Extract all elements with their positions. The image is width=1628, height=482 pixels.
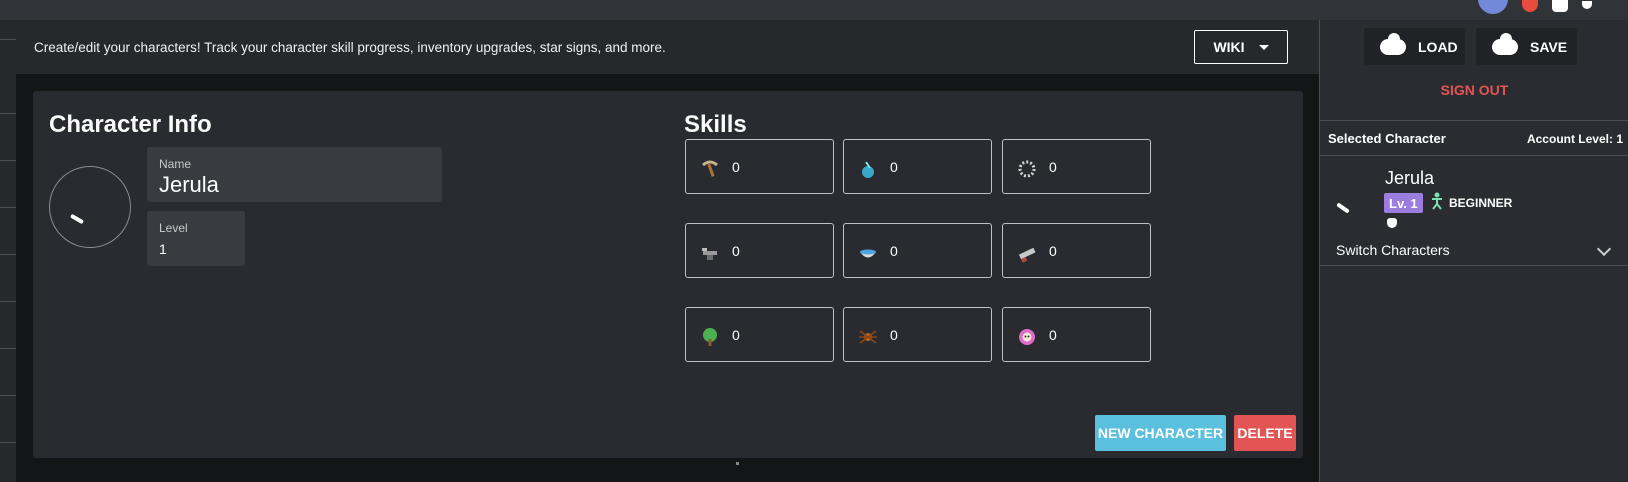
- skill-mining[interactable]: 0: [685, 139, 834, 194]
- avatar-glyph-icon: [69, 213, 85, 225]
- spider-icon: [858, 327, 878, 347]
- skill-value: 0: [890, 327, 898, 343]
- chevron-down-icon: [1596, 241, 1612, 257]
- page-description: Create/edit your characters! Track your …: [34, 40, 666, 55]
- cloud-download-icon: [1380, 32, 1406, 55]
- notification-icon[interactable]: [1522, 0, 1538, 12]
- save-button[interactable]: SAVE: [1476, 28, 1577, 65]
- wiki-dropdown-button[interactable]: WIKI: [1194, 30, 1288, 64]
- skill-value: 0: [732, 327, 740, 343]
- top-bar: [0, 0, 1628, 20]
- skill-value: 0: [732, 243, 740, 259]
- new-character-button[interactable]: NEW CHARACTER: [1095, 415, 1226, 451]
- switch-characters-label: Switch Characters: [1336, 242, 1450, 258]
- cloud-upload-icon: [1492, 32, 1518, 55]
- gear-icon[interactable]: [1552, 0, 1568, 12]
- name-value: Jerula: [159, 172, 219, 197]
- account-level: Account Level: 1: [1526, 132, 1623, 146]
- character-glyph-icon: [1336, 202, 1350, 214]
- tree-icon: [700, 327, 720, 347]
- pager-dot: [736, 462, 739, 465]
- saw-icon: [1017, 243, 1037, 263]
- beginner-class-icon: [1432, 192, 1442, 210]
- level-value: 1: [159, 241, 167, 257]
- anvil-icon: [700, 243, 720, 263]
- character-avatar: [49, 166, 131, 248]
- sign-out-link[interactable]: SIGN OUT: [1320, 82, 1628, 98]
- trapping-icon: [1017, 159, 1037, 179]
- level-field[interactable]: Level 1: [147, 211, 245, 266]
- skill-fishing[interactable]: 0: [843, 139, 992, 194]
- info-bar: Create/edit your characters! Track your …: [16, 20, 1319, 74]
- skill-value: 0: [1049, 243, 1057, 259]
- skill-trapping[interactable]: 0: [1002, 139, 1151, 194]
- alchemy-bowl-icon: [858, 243, 878, 263]
- character-info-title: Character Info: [49, 111, 212, 138]
- load-button[interactable]: LOAD: [1364, 28, 1465, 65]
- save-label: SAVE: [1530, 38, 1568, 55]
- skill-value: 0: [1049, 327, 1057, 343]
- skill-smithing[interactable]: 0: [685, 223, 834, 278]
- skills-title: Skills: [684, 111, 747, 138]
- sidebar: LOAD SAVE SIGN OUT Selected Character Ac…: [1319, 20, 1628, 482]
- discord-icon[interactable]: [1478, 0, 1508, 14]
- selected-character-label: Selected Character: [1328, 131, 1446, 146]
- fishing-icon: [858, 159, 878, 179]
- skill-value: 0: [1049, 159, 1057, 175]
- name-field[interactable]: Name Jerula: [147, 147, 442, 202]
- inventory-bag-icon: [1387, 218, 1397, 228]
- name-label: Name: [159, 157, 192, 171]
- skill-catching[interactable]: 0: [843, 307, 992, 362]
- skill-worship[interactable]: 0: [1002, 307, 1151, 362]
- level-label: Level: [159, 221, 188, 235]
- left-strip: [0, 20, 16, 482]
- skill-alchemy[interactable]: 0: [843, 223, 992, 278]
- pickaxe-icon: [700, 159, 720, 179]
- skill-construction[interactable]: 0: [1002, 223, 1151, 278]
- wiki-label: WIKI: [1213, 39, 1245, 55]
- skull-icon: [1017, 327, 1037, 347]
- switch-characters-toggle[interactable]: Switch Characters: [1320, 234, 1628, 266]
- level-badge: Lv. 1: [1384, 193, 1423, 213]
- skill-choppin[interactable]: 0: [685, 307, 834, 362]
- skill-value: 0: [890, 159, 898, 175]
- caret-down-icon: [1258, 44, 1269, 50]
- skill-value: 0: [732, 159, 740, 175]
- selected-character-name: Jerula: [1385, 168, 1435, 188]
- user-icon[interactable]: [1582, 1, 1592, 9]
- load-label: LOAD: [1418, 38, 1458, 55]
- delete-button[interactable]: DELETE: [1234, 415, 1296, 451]
- character-class: BEGINNER: [1449, 196, 1513, 210]
- selected-character-header: Selected Character Account Level: 1: [1320, 120, 1628, 156]
- skill-value: 0: [890, 243, 898, 259]
